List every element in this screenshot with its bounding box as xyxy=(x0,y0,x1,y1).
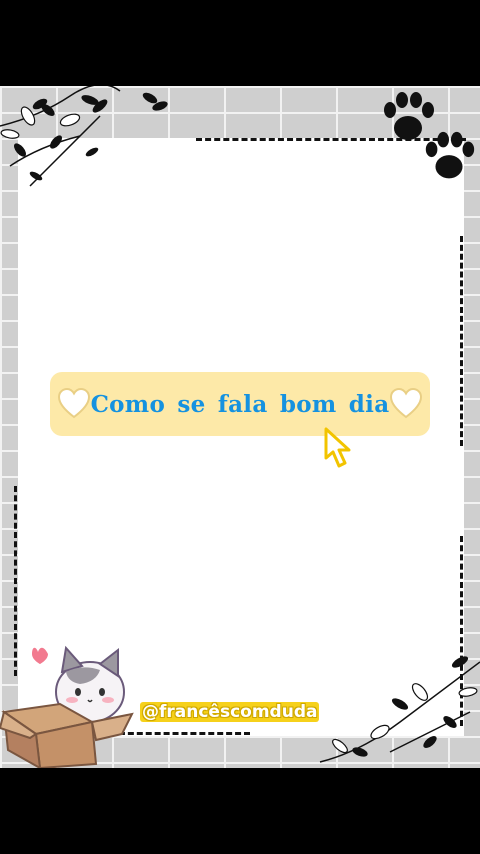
handle-text: @francêscomduda xyxy=(140,702,320,722)
title-banner: Como se fala bom dia xyxy=(50,372,430,436)
paw-icon xyxy=(425,131,475,179)
brick-background: Como se fala bom dia @francêscomduda xyxy=(0,86,480,768)
cat-in-box-icon xyxy=(0,645,134,768)
cursor-icon xyxy=(324,427,351,468)
flower-icon xyxy=(0,86,168,187)
heart-icon xyxy=(57,387,91,419)
page-title: Como se fala bom dia xyxy=(90,390,390,418)
flower-icon xyxy=(319,656,480,763)
creator-handle: @francêscomduda xyxy=(140,702,320,722)
dashed-border xyxy=(460,236,463,446)
heart-icon xyxy=(389,387,423,419)
